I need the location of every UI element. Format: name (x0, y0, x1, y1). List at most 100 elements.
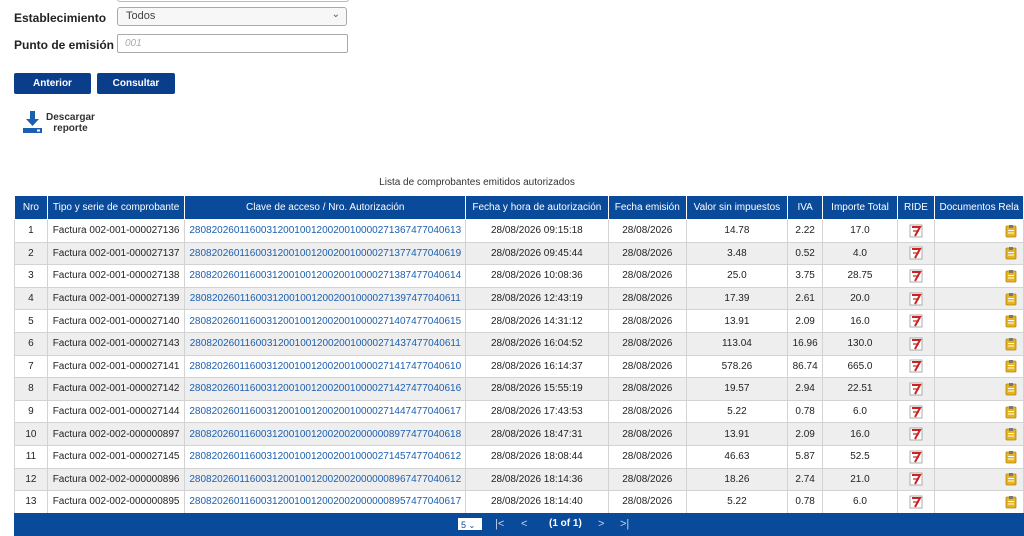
anterior-button[interactable]: Anterior (14, 73, 91, 94)
cell-nro: 9 (14, 399, 48, 424)
header-fecha-hora[interactable]: Fecha y hora de autorización (465, 195, 609, 220)
table-header-row: Nro Tipo y serie de comprobante Clave de… (14, 195, 1024, 220)
pdf-icon[interactable] (909, 224, 923, 238)
clipboard-icon[interactable] (1005, 337, 1017, 351)
cell-iva: 2.09 (786, 422, 824, 446)
header-documentos[interactable]: Documentos Rela (934, 195, 1024, 220)
establecimiento-select[interactable]: Todos ⌄ (117, 7, 347, 26)
cell-fecha-hora: 28/08/2026 17:43:53 (465, 399, 609, 424)
cell-fecha-hora: 28/08/2026 09:45:44 (465, 241, 609, 266)
clipboard-icon[interactable] (1005, 269, 1017, 283)
pdf-icon[interactable] (909, 246, 923, 260)
cell-documentos (934, 309, 1024, 333)
cell-clave[interactable]: 2808202601160031200100120020010000271447… (184, 399, 467, 424)
header-tipo[interactable]: Tipo y serie de comprobante (46, 195, 186, 220)
cell-clave[interactable]: 2808202601160031200100120020020000008967… (184, 467, 467, 492)
pdf-icon[interactable] (909, 359, 923, 373)
download-label-line1: Descargar (46, 112, 95, 123)
pdf-icon[interactable] (909, 427, 923, 441)
pdf-icon[interactable] (909, 450, 923, 464)
cell-iva: 2.22 (786, 219, 824, 243)
cell-clave[interactable]: 2808202601160031200100120020020000008977… (184, 422, 467, 446)
cell-ride (896, 467, 936, 492)
clipboard-icon[interactable] (1005, 224, 1017, 238)
cell-nro: 7 (14, 354, 48, 379)
cell-clave[interactable]: 2808202601160031200100120020010000271437… (184, 331, 467, 356)
cell-total: 665.0 (822, 354, 898, 379)
pdf-icon[interactable] (909, 472, 923, 486)
cell-fecha-emision: 28/08/2026 (607, 241, 688, 266)
cell-fecha-hora: 28/08/2026 18:14:36 (465, 467, 609, 492)
cell-clave[interactable]: 2808202601160031200100120020010000271397… (184, 286, 467, 311)
cell-valor: 5.22 (686, 490, 788, 514)
header-ride[interactable]: RIDE (896, 195, 936, 220)
pdf-icon[interactable] (909, 495, 923, 509)
cell-valor: 113.04 (686, 331, 788, 356)
pdf-icon[interactable] (909, 269, 923, 283)
next-page-button[interactable]: > (598, 518, 604, 530)
clipboard-icon[interactable] (1005, 495, 1017, 509)
cell-valor: 3.48 (686, 241, 788, 266)
cell-clave[interactable]: 2808202601160031200100120020010000271367… (184, 219, 467, 243)
cell-ride (896, 309, 936, 333)
header-fecha-emision[interactable]: Fecha emisión (607, 195, 688, 220)
cell-fecha-hora: 28/08/2026 14:31:12 (465, 309, 609, 333)
pdf-icon[interactable] (909, 382, 923, 396)
cell-documentos (934, 490, 1024, 514)
descargar-reporte-button[interactable]: Descargar reporte (22, 110, 102, 140)
clipboard-icon[interactable] (1005, 246, 1017, 260)
pdf-icon[interactable] (909, 337, 923, 351)
cell-clave[interactable]: 2808202601160031200100120020010000271457… (184, 444, 467, 469)
cell-nro: 1 (14, 219, 48, 243)
cell-iva: 5.87 (786, 444, 824, 469)
clipboard-icon[interactable] (1005, 359, 1017, 373)
header-total[interactable]: Importe Total (822, 195, 898, 220)
comprobantes-table: Nro Tipo y serie de comprobante Clave de… (14, 195, 1024, 514)
clipboard-icon[interactable] (1005, 405, 1017, 419)
download-icon (23, 111, 42, 133)
clipboard-icon[interactable] (1005, 292, 1017, 306)
cell-tipo: Factura 002-002-000000897 (46, 422, 186, 446)
cell-total: 28.75 (822, 264, 898, 288)
cell-nro: 13 (14, 490, 48, 514)
consultar-button[interactable]: Consultar (97, 73, 175, 94)
pdf-icon[interactable] (909, 292, 923, 306)
clipboard-icon[interactable] (1005, 472, 1017, 486)
cell-clave[interactable]: 2808202601160031200100120020010000271417… (184, 354, 467, 379)
cell-clave[interactable]: 2808202601160031200100120020010000271427… (184, 377, 467, 401)
clipboard-icon[interactable] (1005, 382, 1017, 396)
clipboard-icon[interactable] (1005, 450, 1017, 464)
cell-clave[interactable]: 2808202601160031200100120020010000271407… (184, 309, 467, 333)
punto-emision-placeholder: 001 (125, 38, 142, 49)
last-page-button[interactable]: >| (620, 518, 629, 530)
pdf-icon[interactable] (909, 314, 923, 328)
table-row: 13 Factura 002-002-000000895 2808202601160… (14, 490, 1024, 514)
cell-clave[interactable]: 2808202601160031200100120020010000271387… (184, 264, 467, 288)
prev-page-button[interactable]: < (521, 518, 527, 530)
header-nro[interactable]: Nro (14, 195, 48, 220)
page-size-select[interactable]: 5 ⌄ (458, 518, 482, 530)
clipboard-icon[interactable] (1005, 314, 1017, 328)
cell-clave[interactable]: 2808202601160031200100120020020000008957… (184, 490, 467, 514)
cell-nro: 12 (14, 467, 48, 492)
cell-iva: 0.78 (786, 490, 824, 514)
clipboard-icon[interactable] (1005, 427, 1017, 441)
table-row: 8 Factura 002-001-000027142 28082026011600… (14, 377, 1024, 401)
punto-emision-input[interactable]: 001 (117, 34, 348, 53)
cell-clave[interactable]: 2808202601160031200100120020010000271377… (184, 241, 467, 266)
header-valor[interactable]: Valor sin impuestos (686, 195, 788, 220)
paginator: 5 ⌄ |< < (1 of 1) > >| (14, 513, 1024, 536)
header-clave[interactable]: Clave de acceso / Nro. Autorización (184, 195, 467, 220)
cell-fecha-emision: 28/08/2026 (607, 309, 688, 333)
pdf-icon[interactable] (909, 405, 923, 419)
cell-valor: 13.91 (686, 422, 788, 446)
cell-ride (896, 422, 936, 446)
cell-valor: 19.57 (686, 377, 788, 401)
cell-documentos (934, 377, 1024, 401)
cell-valor: 25.0 (686, 264, 788, 288)
cell-documentos (934, 467, 1024, 492)
cell-ride (896, 219, 936, 243)
header-iva[interactable]: IVA (786, 195, 824, 220)
first-page-button[interactable]: |< (495, 518, 504, 530)
cell-fecha-emision: 28/08/2026 (607, 331, 688, 356)
